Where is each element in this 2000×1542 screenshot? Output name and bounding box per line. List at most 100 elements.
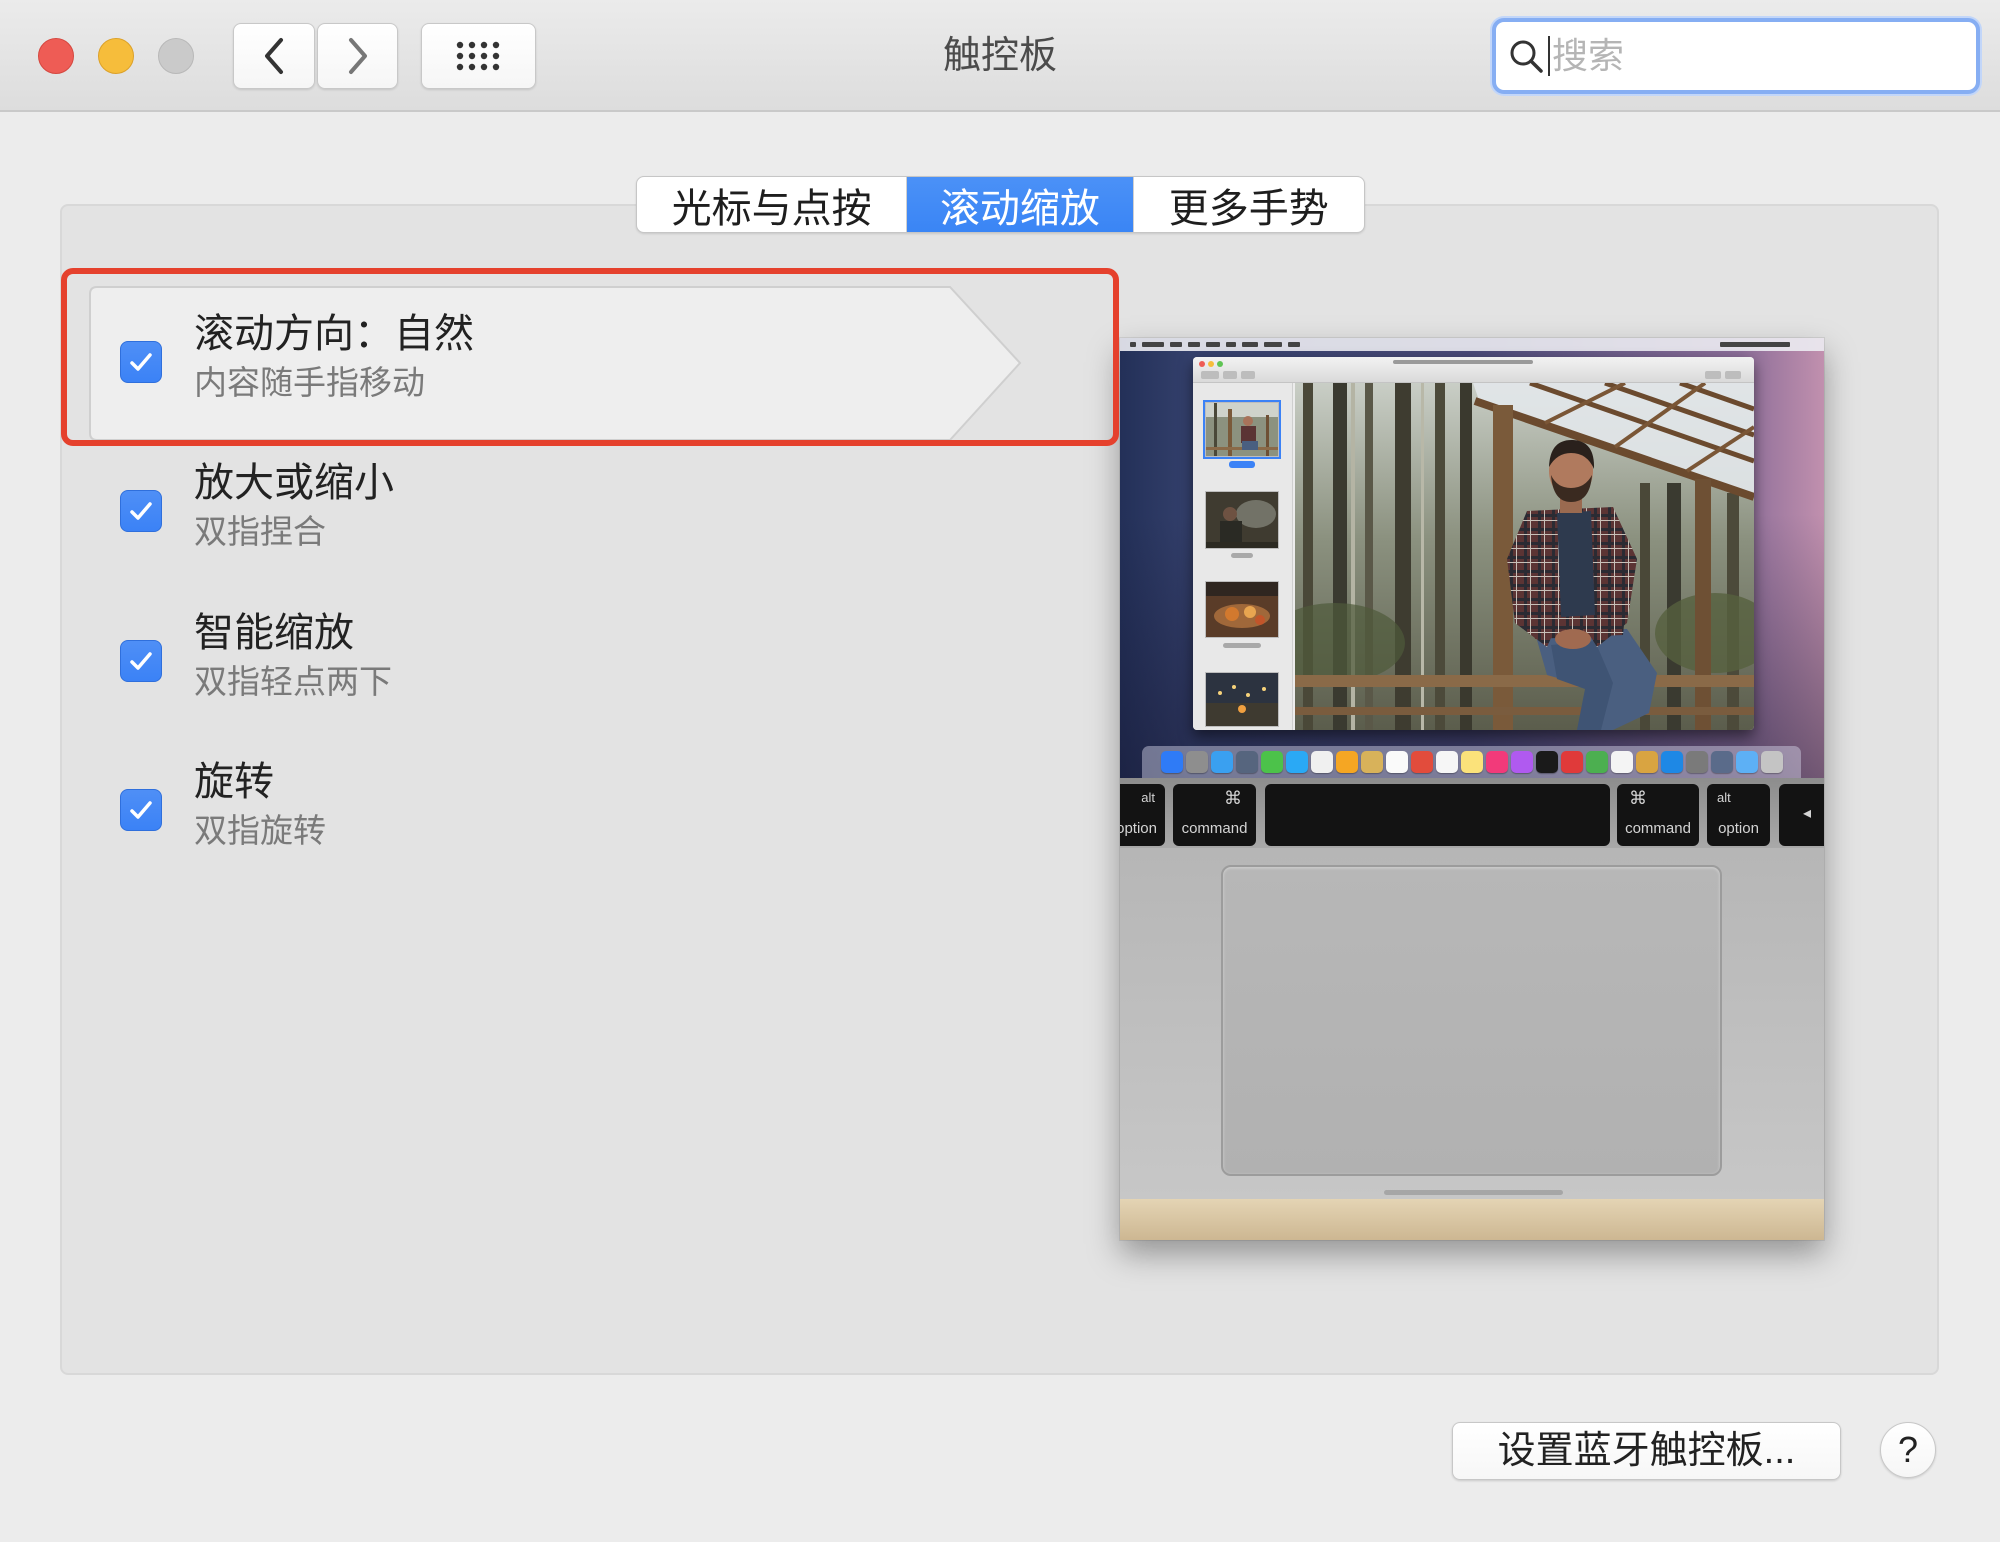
search-icon — [1510, 40, 1543, 73]
trackpad — [1221, 865, 1722, 1176]
dock — [1142, 746, 1801, 778]
mini-minimize-dot — [1208, 361, 1214, 367]
key-label: option — [1718, 820, 1759, 837]
wooden-table — [1120, 1199, 1824, 1240]
option-subtitle: 双指轻点两下 — [194, 663, 392, 700]
thumbnail-image — [1206, 673, 1278, 726]
dock-icon — [1360, 751, 1383, 773]
apple-menu-mark — [1130, 342, 1136, 347]
menu-mark — [1142, 342, 1164, 347]
tab-point-and-click[interactable]: 光标与点按 — [637, 177, 908, 232]
checkbox[interactable] — [120, 640, 162, 682]
key-label: option — [1120, 820, 1157, 837]
status-mark — [1720, 342, 1790, 347]
mini-toolbar-button — [1223, 371, 1237, 379]
dock-icon — [1260, 751, 1283, 773]
key-left-option: alt option — [1120, 784, 1165, 846]
key-symbol: ⌘ — [1224, 788, 1242, 808]
search-field[interactable] — [1492, 18, 1980, 94]
mini-toolbar-button — [1241, 371, 1255, 379]
dock-icon — [1685, 751, 1708, 773]
preview-photo — [1265, 380, 1754, 730]
option-title: 放大或缩小 — [194, 461, 394, 505]
key-left-command: ⌘ command — [1173, 784, 1256, 846]
option-zoom-in-out: 放大或缩小 双指捏合 — [100, 436, 900, 586]
key-label: command — [1625, 820, 1691, 837]
mini-toolbar-button — [1725, 371, 1741, 379]
option-title: 智能缩放 — [194, 611, 354, 655]
key-spacebar — [1265, 784, 1610, 846]
gesture-preview-image: alt option ⌘ command ⌘ command alt optio… — [1120, 338, 1824, 1240]
key-right-command: ⌘ command — [1617, 784, 1699, 846]
thumbnail-caption — [1231, 553, 1253, 558]
help-button[interactable]: ? — [1880, 1422, 1936, 1478]
dock-icon — [1760, 751, 1783, 773]
checkmark-icon — [130, 801, 152, 819]
page-thumbnail — [1205, 491, 1279, 549]
preview-toolbar — [1193, 357, 1754, 383]
dock-icon — [1335, 751, 1358, 773]
page-thumbnail — [1205, 672, 1279, 727]
dock-icon — [1535, 751, 1558, 773]
option-subtitle: 双指旋转 — [194, 812, 326, 849]
checkbox[interactable] — [120, 490, 162, 532]
menu-mark — [1226, 342, 1236, 347]
keyboard-row: alt option ⌘ command ⌘ command alt optio… — [1120, 778, 1824, 848]
checkmark-icon — [130, 502, 152, 520]
option-rotate: 旋转 双指旋转 — [100, 735, 900, 885]
mini-window-title-mark — [1393, 360, 1533, 364]
dock-icon — [1235, 751, 1258, 773]
menu-mark — [1242, 342, 1258, 347]
dock-icon — [1410, 751, 1433, 773]
dock-icon — [1660, 751, 1683, 773]
mini-zoom-dot — [1217, 361, 1223, 367]
photo-man-on-porch — [1265, 380, 1754, 730]
mini-toolbar-button — [1201, 371, 1219, 379]
page-thumbnail — [1203, 400, 1281, 459]
dock-icon — [1710, 751, 1733, 773]
tab-more-gestures[interactable]: 更多手势 — [1134, 177, 1364, 232]
preview-app-window — [1193, 357, 1754, 730]
laptop-screen — [1120, 338, 1824, 778]
option-smart-zoom: 智能缩放 双指轻点两下 — [100, 586, 900, 736]
dock-icon — [1485, 751, 1508, 773]
key-right-option: alt option — [1707, 784, 1770, 846]
checkbox[interactable] — [120, 789, 162, 831]
page-thumbnail — [1205, 581, 1279, 638]
dock-icon — [1285, 751, 1308, 773]
option-title: 旋转 — [194, 760, 274, 804]
setup-bluetooth-trackpad-button[interactable]: 设置蓝牙触控板... — [1452, 1422, 1841, 1480]
dock-icon — [1560, 751, 1583, 773]
key-symbol: alt — [1141, 790, 1155, 805]
dock-icon — [1585, 751, 1608, 773]
dock-icon — [1510, 751, 1533, 773]
thumbnail-caption — [1223, 643, 1261, 648]
key-symbol: alt — [1717, 790, 1731, 805]
tab-bar: 光标与点按 滚动缩放 更多手势 — [636, 176, 1365, 233]
option-subtitle: 双指捏合 — [194, 513, 326, 550]
key-arrow-left: ◂ — [1779, 784, 1824, 846]
thumbnail-sidebar — [1193, 383, 1293, 730]
search-input[interactable] — [1552, 26, 1932, 86]
key-symbol: ⌘ — [1629, 788, 1647, 808]
title-bar: 触控板 — [0, 0, 2000, 112]
laptop-menu-bar — [1120, 338, 1824, 351]
dock-icon — [1210, 751, 1233, 773]
mini-toolbar-button — [1705, 371, 1721, 379]
thumbnail-image — [1206, 492, 1278, 548]
highlight-annotation-box — [61, 268, 1119, 446]
dock-icon — [1610, 751, 1633, 773]
dock-icon — [1160, 751, 1183, 773]
menu-mark — [1188, 342, 1200, 347]
thumbnail-image — [1206, 582, 1278, 637]
dock-icon — [1460, 751, 1483, 773]
tab-scroll-and-zoom[interactable]: 滚动缩放 — [907, 177, 1134, 232]
menu-mark — [1206, 342, 1220, 347]
dock-icon — [1310, 751, 1333, 773]
thumbnail-selected-caption — [1229, 461, 1255, 468]
dock-icon — [1635, 751, 1658, 773]
key-label: command — [1181, 820, 1248, 837]
menu-mark — [1170, 342, 1182, 347]
laptop-deck — [1120, 848, 1824, 1199]
dock-icon — [1435, 751, 1458, 773]
